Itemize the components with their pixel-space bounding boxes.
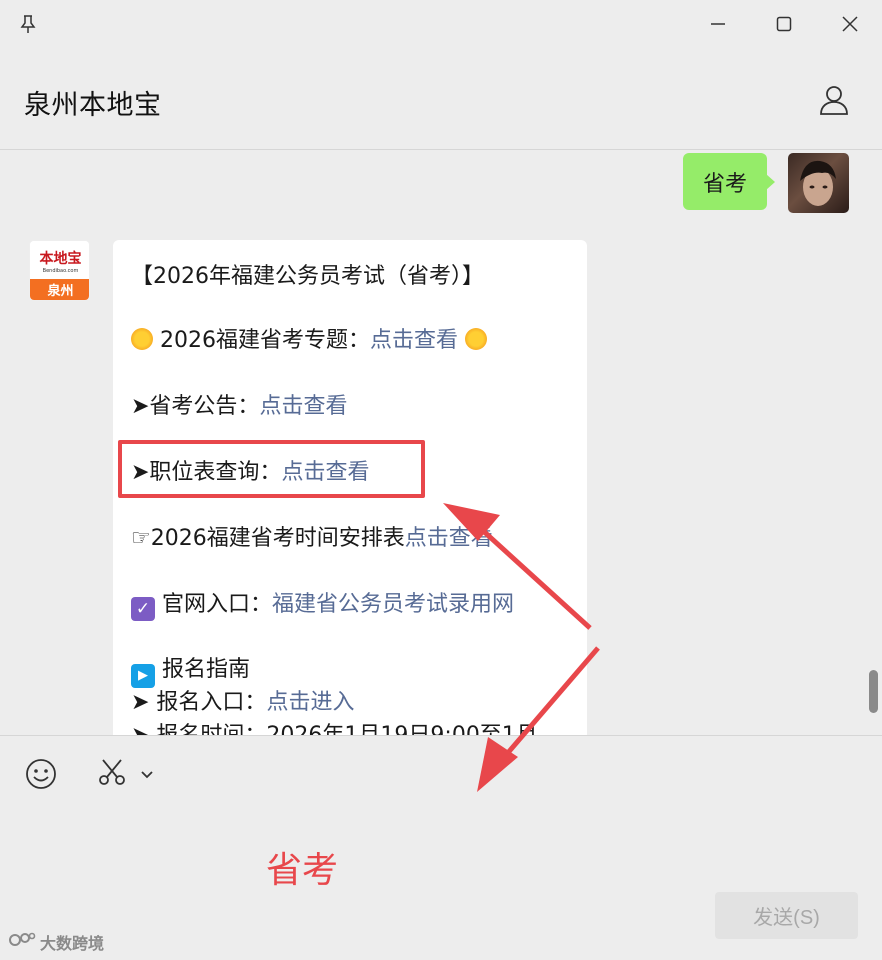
- message-line-register: ➤ 报名入口：点击进入: [131, 684, 354, 716]
- user-avatar[interactable]: [788, 153, 849, 213]
- register-link[interactable]: 点击进入: [266, 690, 354, 715]
- watermark: 大数跨境: [8, 930, 104, 954]
- watermark-text: 大数跨境: [40, 934, 105, 953]
- official-site-link[interactable]: 福建省公务员考试录用网: [272, 592, 514, 617]
- message-heading: 【2026年福建公务员考试（省考）】: [131, 264, 484, 289]
- message-line-guide: ▶ 报名指南: [131, 651, 250, 688]
- message-composer[interactable]: 省考 发送(S): [0, 735, 882, 960]
- announcement-link[interactable]: 点击查看: [259, 394, 347, 419]
- message-line-topic: 2026福建省考专题：点击查看: [131, 322, 488, 354]
- pin-icon[interactable]: [14, 10, 42, 38]
- logo-city: 泉州: [30, 279, 89, 300]
- sun-emoji-icon: [131, 328, 153, 350]
- schedule-label: ☞2026福建省考时间安排表: [131, 526, 405, 551]
- chat-title: 泉州本地宝: [24, 90, 162, 121]
- sun-emoji-icon: [465, 328, 488, 350]
- check-mark-icon: ✓: [131, 597, 155, 621]
- send-button[interactable]: 发送(S): [715, 892, 858, 939]
- logo-name: 本地宝: [39, 251, 82, 267]
- annotation-highlight-box: [118, 440, 425, 498]
- chat-header: 泉州本地宝: [0, 50, 882, 150]
- profile-icon[interactable]: [814, 80, 854, 120]
- topic-label: 2026福建省考专题：: [160, 328, 370, 353]
- emoji-icon[interactable]: [24, 757, 58, 791]
- message-line-schedule: ☞2026福建省考时间安排表点击查看: [131, 520, 493, 552]
- register-label: ➤ 报名入口：: [131, 690, 267, 715]
- chevron-down-icon[interactable]: [140, 765, 154, 784]
- message-line-announcement: ➤省考公告：点击查看: [131, 388, 347, 420]
- logo-domain: Bendibao.com: [42, 268, 79, 274]
- message-input[interactable]: 省考: [266, 841, 338, 893]
- schedule-link[interactable]: 点击查看: [405, 526, 493, 551]
- close-icon[interactable]: [836, 10, 864, 38]
- official-site-label: 官网入口：: [162, 592, 273, 617]
- watermark-logo-icon: [8, 930, 36, 954]
- scissors-icon: [96, 756, 128, 792]
- bot-logo: 本地宝 Bendibao.com: [30, 241, 89, 281]
- message-line-register-time: ➤ 报名时间：2026年1月19日9:00至1月: [131, 717, 538, 735]
- official-account-avatar[interactable]: 本地宝 Bendibao.com 泉州: [29, 240, 90, 301]
- outgoing-message-bubble[interactable]: 省考: [683, 153, 775, 210]
- maximize-icon[interactable]: [770, 10, 798, 38]
- announcement-label: ➤省考公告：: [131, 394, 260, 419]
- screenshot-button[interactable]: [96, 757, 160, 791]
- topic-link[interactable]: 点击查看: [370, 328, 458, 353]
- window-titlebar: [0, 0, 882, 50]
- minimize-icon[interactable]: [704, 10, 732, 38]
- guide-label: 报名指南: [162, 657, 251, 682]
- message-line-official-site: ✓ 官网入口：福建省公务员考试录用网: [131, 586, 514, 621]
- scrollbar-thumb[interactable]: [869, 670, 878, 713]
